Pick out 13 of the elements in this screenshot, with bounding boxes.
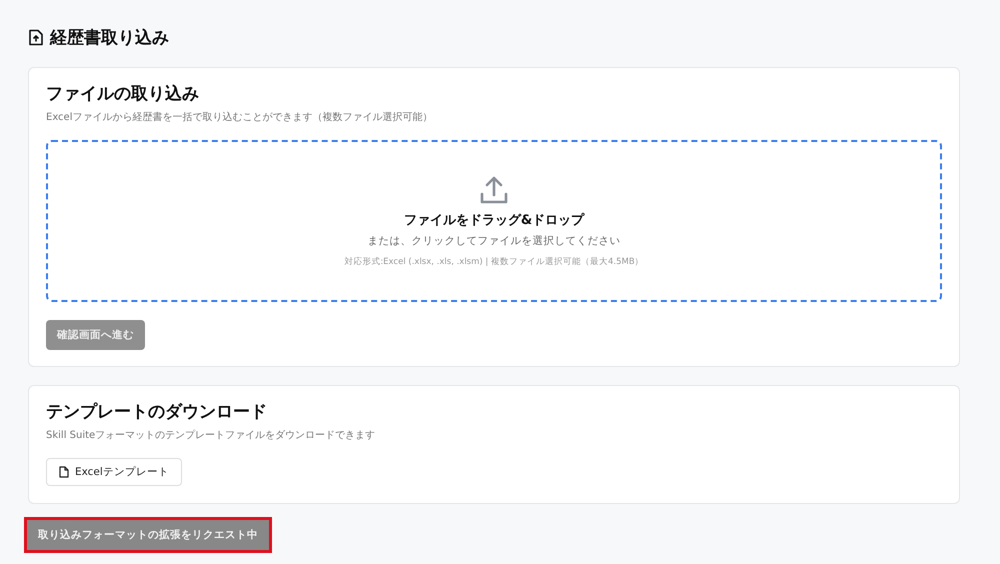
card-description: Excelファイルから経歴書を一括で取り込むことができます（複数ファイル選択可能）	[46, 110, 434, 124]
dropzone-subtitle: または、クリックしてファイルを選択してください	[368, 234, 620, 248]
page-title: 経歴書取り込み	[50, 27, 169, 49]
card-description: Skill Suiteフォーマットのテンプレートファイルをダウンロードできます	[46, 428, 376, 442]
document-icon	[59, 466, 69, 478]
upload-icon	[479, 174, 509, 204]
dropzone-title: ファイルをドラッグ&ドロップ	[404, 212, 584, 228]
format-note: 対応形式:Excel (.xlsx, .xls, .xlsm) | 複数ファイル選択可能（最大4.5MB）	[344, 256, 644, 268]
card-title: ファイルの取り込み	[46, 83, 200, 105]
file-dropzone[interactable]: ファイルをドラッグ&ドロップ または、クリックしてファイルを選択してください 対応形式:Excel (.xlsx, .xls, .xlsm) | 複数ファイル選択可能（最大4.5MB）	[46, 140, 942, 302]
template-download-button[interactable]: Excelテンプレート	[46, 458, 182, 486]
card-title: テンプレートのダウンロード	[46, 401, 268, 423]
file-upload-icon	[28, 29, 44, 46]
